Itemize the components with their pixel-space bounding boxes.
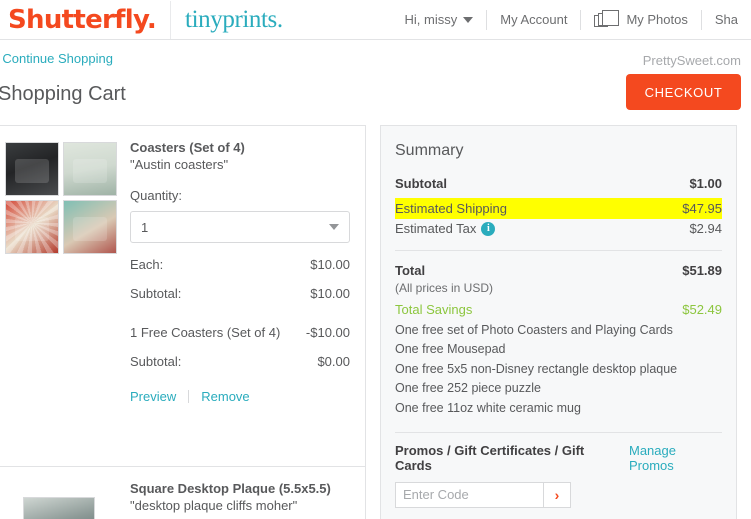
each-label: Each: <box>130 257 163 272</box>
cart-main: Coasters (Set of 4) "Austin coasters" Qu… <box>0 125 751 519</box>
my-account-link[interactable]: My Account <box>487 12 580 27</box>
summary-shipping-row: Estimated Shipping $47.95 <box>395 198 722 219</box>
promo-form: › <box>395 482 722 508</box>
my-photos-link[interactable]: My Photos <box>581 10 700 29</box>
summary-total-row: Total $51.89 <box>395 261 722 280</box>
site-header: Shutterfly. tinyprints. Hi, missy My Acc… <box>0 0 751 40</box>
checkout-button[interactable]: CHECKOUT <box>626 74 741 110</box>
photo-stack-icon <box>594 10 620 29</box>
final-subtotal-label: Subtotal: <box>130 354 181 369</box>
summary-tax-row: Estimated Tax i $2.94 <box>395 219 722 238</box>
item-title: Square Desktop Plaque (5.5x5.5) <box>130 481 350 496</box>
list-item: One free Mousepad <box>395 340 722 359</box>
item-details: Coasters (Set of 4) "Austin coasters" Qu… <box>130 140 355 404</box>
cart-item-plaque: Square Desktop Plaque (5.5x5.5) "desktop… <box>0 467 365 519</box>
summary-subtotal-value: $1.00 <box>689 176 722 191</box>
cart-items-column: Coasters (Set of 4) "Austin coasters" Qu… <box>0 125 366 519</box>
item-title: Coasters (Set of 4) <box>130 140 350 155</box>
item-subtitle: "Austin coasters" <box>130 157 350 172</box>
savings-list: One free set of Photo Coasters and Playi… <box>395 321 722 418</box>
greeting-label: Hi, missy <box>405 12 458 27</box>
promo-submit-button[interactable]: › <box>543 482 571 508</box>
quantity-label: Quantity: <box>130 188 350 203</box>
summary-shipping-value: $47.95 <box>682 201 722 216</box>
quantity-select[interactable]: 1 <box>130 211 350 243</box>
item-actions: Preview Remove <box>130 389 350 404</box>
item-thumbnails[interactable] <box>5 497 117 519</box>
list-item: One free 5x5 non-Disney rectangle deskto… <box>395 360 722 379</box>
action-divider <box>188 390 189 403</box>
manage-promos-link[interactable]: Manage Promos <box>629 443 722 473</box>
coaster-thumbnail-3 <box>5 200 59 254</box>
list-item: One free set of Photo Coasters and Playi… <box>395 321 722 340</box>
discount-row: 1 Free Coasters (Set of 4) -$10.00 <box>130 325 350 340</box>
cart-subheader: ‹Continue Shopping Shopping Cart PrettyS… <box>0 41 751 125</box>
summary-divider <box>395 250 722 251</box>
summary-tax-value: $2.94 <box>689 221 722 236</box>
cart-item-coasters: Coasters (Set of 4) "Austin coasters" Qu… <box>0 126 365 414</box>
item-thumbnails[interactable] <box>5 142 117 254</box>
total-savings-row: Total Savings $52.49 <box>395 302 722 317</box>
subtotal-value: $10.00 <box>310 286 350 301</box>
coaster-thumbnail-1 <box>5 142 59 196</box>
continue-shopping-link[interactable]: ‹Continue Shopping <box>0 51 113 66</box>
tinyprints-logo[interactable]: tinyprints. <box>185 7 283 32</box>
final-subtotal-value: $0.00 <box>317 354 350 369</box>
promo-title: Promos / Gift Certificates / Gift Cards <box>395 443 619 473</box>
header-nav: Hi, missy My Account My Photos Sha <box>392 0 751 40</box>
item-details: Square Desktop Plaque (5.5x5.5) "desktop… <box>130 481 355 513</box>
discount-value: -$10.00 <box>306 325 350 340</box>
plaque-thumbnail <box>23 497 95 519</box>
summary-total-label: Total <box>395 263 425 278</box>
each-value: $10.00 <box>310 257 350 272</box>
subtotal-row: Subtotal: $10.00 <box>130 286 350 301</box>
continue-shopping-label: Continue Shopping <box>2 51 113 66</box>
total-savings-value: $52.49 <box>682 302 722 317</box>
chevron-down-icon <box>329 224 339 230</box>
shutterfly-logo[interactable]: Shutterfly. <box>8 7 156 33</box>
summary-title: Summary <box>395 142 722 160</box>
summary-tax-label: Estimated Tax <box>395 221 476 236</box>
summary-column: Summary Subtotal $1.00 Estimated Shippin… <box>366 125 751 519</box>
promo-divider <box>395 432 722 433</box>
coaster-thumbnail-4 <box>63 200 117 254</box>
info-icon[interactable]: i <box>481 222 495 236</box>
summary-shipping-label: Estimated Shipping <box>395 201 507 216</box>
currency-note: (All prices in USD) <box>395 281 722 295</box>
order-summary-card: Summary Subtotal $1.00 Estimated Shippin… <box>380 125 737 519</box>
final-subtotal-row: Subtotal: $0.00 <box>130 354 350 369</box>
total-savings-label: Total Savings <box>395 302 472 317</box>
each-price-row: Each: $10.00 <box>130 257 350 272</box>
my-photos-label: My Photos <box>626 12 687 27</box>
promo-code-input[interactable] <box>395 482 543 508</box>
preview-link[interactable]: Preview <box>130 389 176 404</box>
chevron-down-icon <box>463 17 473 23</box>
store-name: PrettySweet.com <box>643 53 741 68</box>
list-item: One free 11oz white ceramic mug <box>395 399 722 418</box>
list-item: One free 252 piece puzzle <box>395 379 722 398</box>
logo-divider <box>170 1 171 39</box>
quantity-value: 1 <box>141 220 329 235</box>
subtotal-label: Subtotal: <box>130 286 181 301</box>
discount-label: 1 Free Coasters (Set of 4) <box>130 325 280 340</box>
promo-header: Promos / Gift Certificates / Gift Cards … <box>395 443 722 473</box>
page-title: Shopping Cart <box>0 83 126 106</box>
coaster-thumbnail-2 <box>63 142 117 196</box>
account-greeting[interactable]: Hi, missy <box>392 12 487 27</box>
item-subtitle: "desktop plaque cliffs moher" <box>130 498 350 513</box>
share-link-truncated[interactable]: Sha <box>702 12 751 27</box>
summary-total-value: $51.89 <box>682 263 722 278</box>
remove-link[interactable]: Remove <box>201 389 249 404</box>
summary-subtotal-row: Subtotal $1.00 <box>395 174 722 193</box>
shopping-cart-page: Shutterfly. tinyprints. Hi, missy My Acc… <box>0 0 751 519</box>
summary-subtotal-label: Subtotal <box>395 176 447 191</box>
